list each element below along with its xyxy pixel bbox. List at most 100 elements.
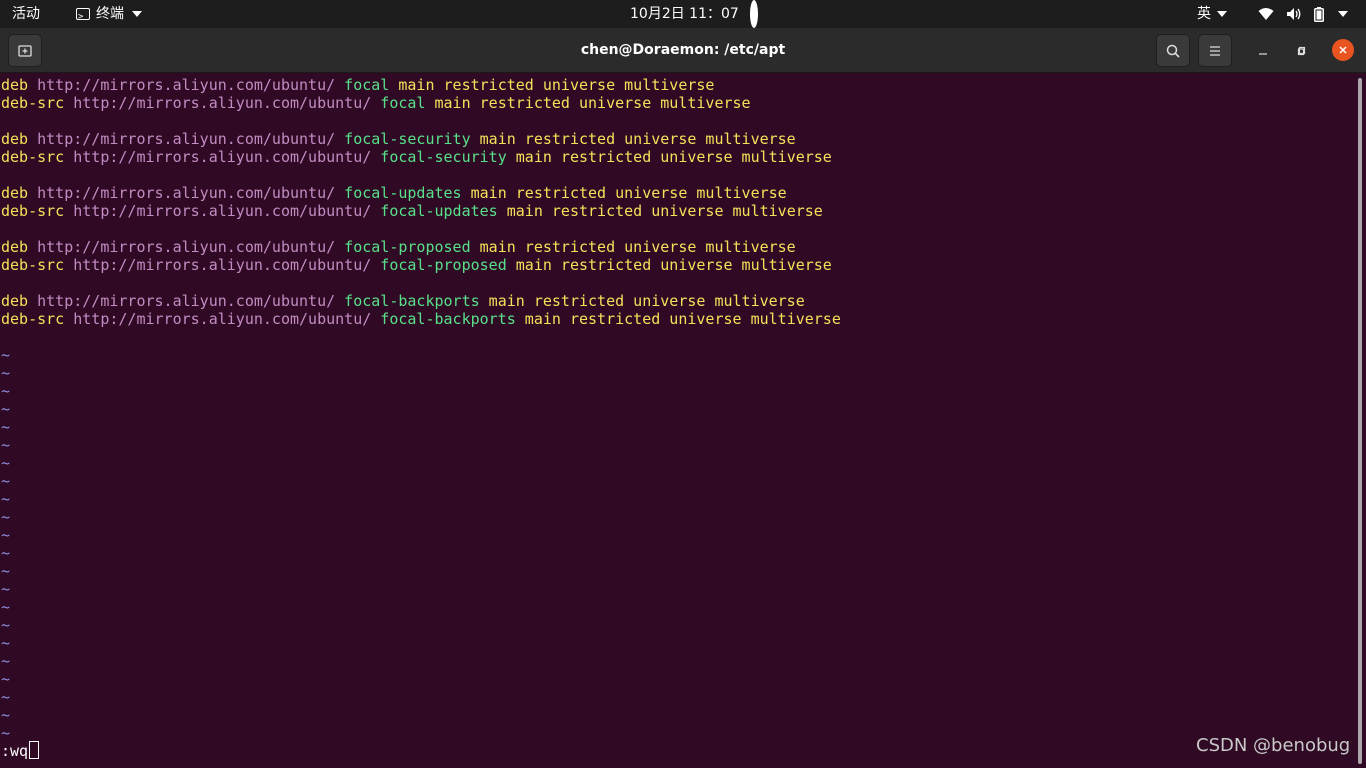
minimize-button[interactable]: [1253, 41, 1273, 61]
empty-line-marker: ~: [1, 562, 11, 580]
source-type: deb: [1, 292, 29, 310]
components: main restricted universe multiverse: [479, 130, 796, 148]
source-type: deb-src: [1, 94, 65, 112]
hamburger-menu-icon: [1210, 45, 1220, 56]
new-tab-icon: [18, 44, 32, 57]
components: main restricted universe multiverse: [479, 238, 796, 256]
editor-line: deb http://mirrors.aliyun.com/ubuntu/ fo…: [1, 76, 841, 94]
search-button[interactable]: [1156, 34, 1190, 67]
notification-dot-icon: [750, 0, 758, 28]
distribution-suite: focal: [344, 76, 390, 94]
clock[interactable]: 10月2日 11：07: [630, 0, 739, 28]
distribution-suite: focal-proposed: [344, 238, 471, 256]
empty-line-marker: ~: [1, 598, 11, 616]
components: main restricted universe multiverse: [398, 76, 715, 94]
vim-command-line[interactable]: :wq: [1, 741, 40, 760]
new-tab-button[interactable]: [8, 34, 42, 67]
components: main restricted universe multiverse: [434, 94, 751, 112]
close-button[interactable]: [1332, 39, 1354, 61]
distribution-suite: focal-backports: [344, 292, 480, 310]
empty-line-marker: ~: [1, 400, 11, 418]
mirror-url: http://mirrors.aliyun.com/ubuntu/: [37, 76, 336, 94]
battery-icon: [1314, 6, 1324, 22]
empty-line-marker: ~: [1, 670, 11, 688]
distribution-suite: focal-security: [344, 130, 471, 148]
activities-button[interactable]: 活动: [12, 0, 40, 28]
app-menu-label: 终端: [96, 6, 124, 22]
components: main restricted universe multiverse: [488, 292, 805, 310]
editor-line: deb http://mirrors.aliyun.com/ubuntu/ fo…: [1, 130, 841, 148]
editor-line: deb-src http://mirrors.aliyun.com/ubuntu…: [1, 256, 841, 274]
empty-line-marker: ~: [1, 526, 11, 544]
source-type: deb: [1, 130, 29, 148]
empty-line-marker: ~: [1, 418, 11, 436]
editor-line: deb-src http://mirrors.aliyun.com/ubuntu…: [1, 310, 841, 328]
command-text: :wq: [1, 742, 29, 760]
mirror-url: http://mirrors.aliyun.com/ubuntu/: [73, 310, 372, 328]
empty-line-marker: ~: [1, 382, 11, 400]
chevron-down-icon: [1338, 11, 1348, 17]
search-icon: [1166, 44, 1180, 58]
terminal-header-bar: chen@Doraemon: /etc/apt: [0, 28, 1366, 73]
components: main restricted universe multiverse: [524, 310, 841, 328]
editor-line: deb-src http://mirrors.aliyun.com/ubuntu…: [1, 148, 841, 166]
source-type: deb: [1, 238, 29, 256]
empty-line-marker: ~: [1, 364, 11, 382]
scrollbar-thumb[interactable]: [1358, 78, 1362, 764]
components: main restricted universe multiverse: [506, 202, 823, 220]
distribution-suite: focal-updates: [380, 202, 498, 220]
mirror-url: http://mirrors.aliyun.com/ubuntu/: [37, 184, 336, 202]
empty-line-marker: ~: [1, 544, 11, 562]
components: main restricted universe multiverse: [515, 256, 832, 274]
empty-line-marker: ~: [1, 490, 11, 508]
gnome-top-bar: 活动 终端 10月2日 11：07 英: [0, 0, 1366, 31]
empty-line-marker: ~: [1, 652, 11, 670]
input-method-menu[interactable]: 英: [1197, 0, 1228, 28]
scrollbar[interactable]: [1356, 74, 1366, 768]
minimize-icon: [1259, 53, 1267, 55]
components: main restricted universe multiverse: [470, 184, 787, 202]
empty-line-marker: ~: [1, 688, 11, 706]
close-icon: [1339, 46, 1347, 54]
empty-line-marker: ~: [1, 724, 11, 742]
mirror-url: http://mirrors.aliyun.com/ubuntu/: [73, 256, 372, 274]
chevron-down-icon: [1217, 11, 1228, 17]
distribution-suite: focal-security: [380, 148, 507, 166]
mirror-url: http://mirrors.aliyun.com/ubuntu/: [37, 130, 336, 148]
empty-line-marker: ~: [1, 706, 11, 724]
editor-line: deb http://mirrors.aliyun.com/ubuntu/ fo…: [1, 184, 841, 202]
empty-line-marker: ~: [1, 634, 11, 652]
volume-icon: [1286, 7, 1302, 21]
input-method-label: 英: [1197, 6, 1211, 22]
system-tray[interactable]: [1258, 0, 1348, 28]
empty-line-marker: ~: [1, 454, 11, 472]
watermark: CSDN @benobug: [1196, 735, 1351, 756]
empty-line-marker: ~: [1, 508, 11, 526]
menu-button[interactable]: [1198, 34, 1232, 67]
source-type: deb: [1, 184, 29, 202]
editor-buffer[interactable]: deb http://mirrors.aliyun.com/ubuntu/ fo…: [1, 76, 841, 742]
source-type: deb-src: [1, 310, 65, 328]
distribution-suite: focal: [380, 94, 426, 112]
maximize-icon: [1297, 46, 1306, 56]
app-menu[interactable]: 终端: [76, 0, 142, 31]
terminal-icon: [76, 3, 90, 31]
source-type: deb-src: [1, 202, 65, 220]
source-type: deb-src: [1, 148, 65, 166]
terminal-view[interactable]: deb http://mirrors.aliyun.com/ubuntu/ fo…: [0, 74, 1356, 768]
empty-line-marker: ~: [1, 472, 11, 490]
distribution-suite: focal-proposed: [380, 256, 507, 274]
mirror-url: http://mirrors.aliyun.com/ubuntu/: [73, 94, 372, 112]
distribution-suite: focal-updates: [344, 184, 462, 202]
editor-line: deb http://mirrors.aliyun.com/ubuntu/ fo…: [1, 292, 841, 310]
source-type: deb-src: [1, 256, 65, 274]
editor-line: deb http://mirrors.aliyun.com/ubuntu/ fo…: [1, 238, 841, 256]
distribution-suite: focal-backports: [380, 310, 516, 328]
maximize-button[interactable]: [1292, 41, 1312, 61]
empty-line-marker: ~: [1, 616, 11, 634]
